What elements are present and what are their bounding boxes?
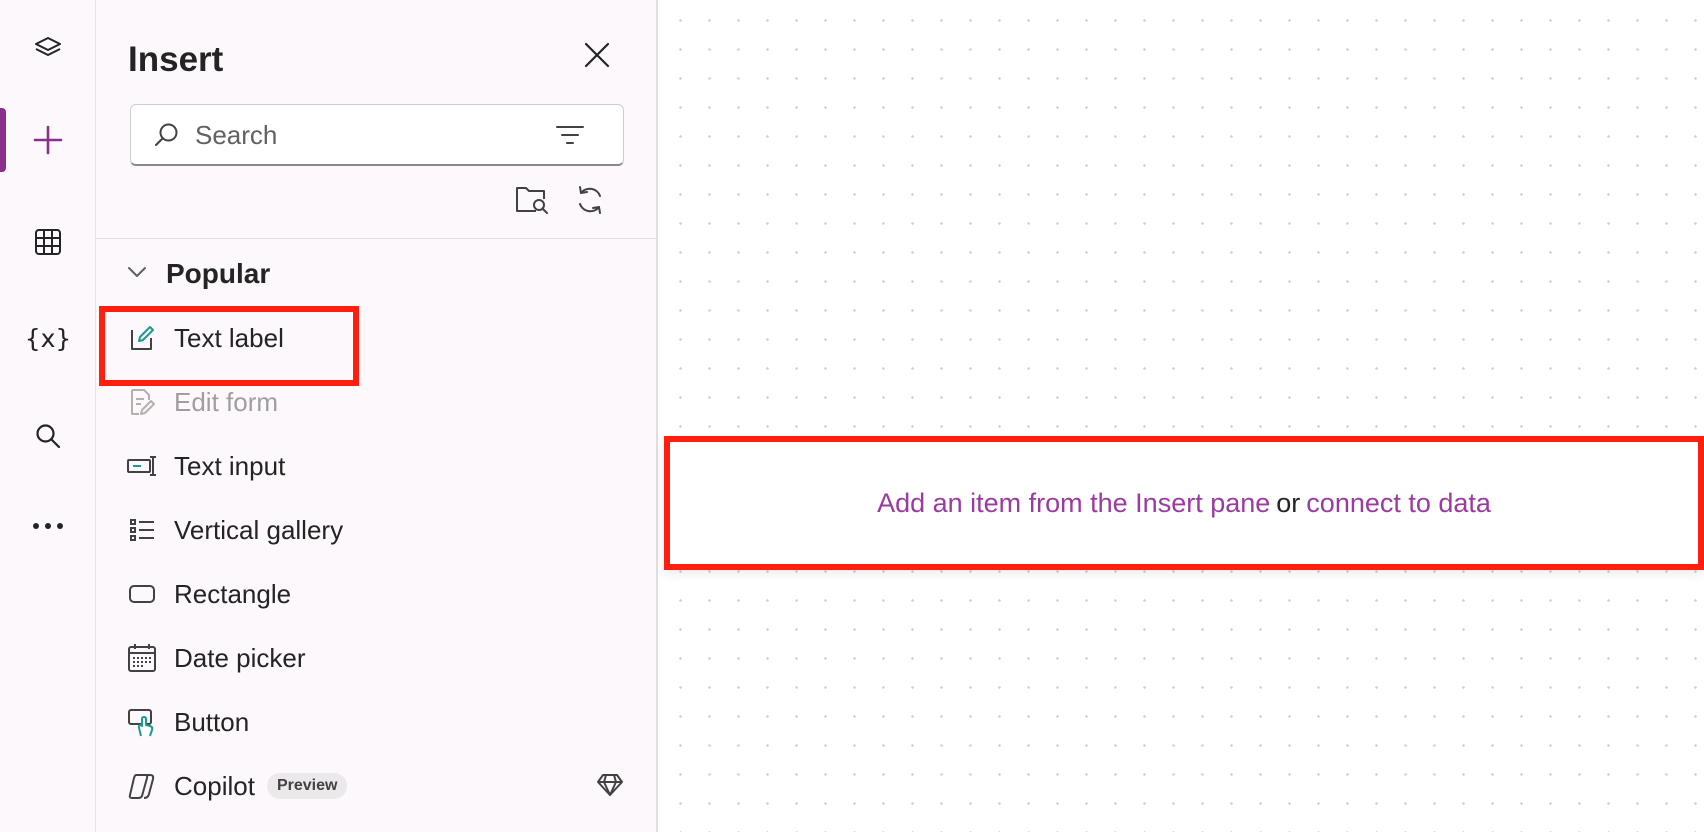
variables-icon: {x} xyxy=(24,323,72,353)
refresh-button[interactable] xyxy=(570,182,610,222)
item-label: Date picker xyxy=(174,642,306,673)
chevron-down-icon xyxy=(126,265,148,284)
more-button[interactable] xyxy=(0,494,96,558)
more-icon xyxy=(31,521,65,531)
edit-pencil-icon xyxy=(124,322,160,354)
search-box xyxy=(130,104,624,166)
premium-diamond-icon xyxy=(596,772,624,803)
copilot-icon xyxy=(124,770,160,802)
insert-item-date-picker[interactable]: Date picker xyxy=(124,630,624,686)
insert-item-rectangle[interactable]: Rectangle xyxy=(124,566,624,622)
search-rail-button[interactable] xyxy=(0,404,96,468)
rectangle-icon xyxy=(124,578,160,610)
insert-item-text-input[interactable]: Text input xyxy=(124,438,624,494)
item-label: Copilot xyxy=(174,770,255,801)
item-label: Vertical gallery xyxy=(174,514,344,545)
insert-button[interactable] xyxy=(0,108,96,172)
item-label: Rectangle xyxy=(174,578,292,609)
pane-divider xyxy=(96,238,658,239)
add-item-link[interactable]: Add an item from the Insert pane xyxy=(877,488,1270,518)
insert-item-button[interactable]: Button xyxy=(124,694,624,750)
form-edit-icon xyxy=(124,386,160,418)
pane-title: Insert xyxy=(128,40,224,79)
filter-icon[interactable] xyxy=(555,123,585,152)
search-icon xyxy=(33,421,63,451)
tree-view-button[interactable] xyxy=(0,16,96,80)
insert-pane: Insert Search Popular Text label Edit fo… xyxy=(96,0,744,832)
button-cursor-icon xyxy=(124,706,160,738)
item-label: Edit form xyxy=(174,386,279,417)
app-window: {x} Insert Search Popular Text label Edi… xyxy=(0,0,1704,832)
insert-item-copilot[interactable]: Copilot Preview xyxy=(124,758,624,814)
close-pane-button[interactable] xyxy=(580,40,614,74)
item-label: Button xyxy=(174,706,250,737)
item-label: Text label xyxy=(174,322,284,353)
section-popular-header[interactable]: Popular xyxy=(126,254,270,294)
plus-icon xyxy=(31,123,65,157)
design-canvas[interactable] xyxy=(660,0,1704,832)
table-icon xyxy=(33,227,63,257)
insert-item-vertical-gallery[interactable]: Vertical gallery xyxy=(124,502,624,558)
search-input[interactable] xyxy=(195,117,535,153)
insert-item-text-label[interactable]: Text label xyxy=(124,310,624,366)
text-input-icon xyxy=(124,450,160,482)
gallery-list-icon xyxy=(124,514,160,546)
or-text: or xyxy=(1276,487,1301,518)
close-icon xyxy=(583,41,611,74)
item-label: Text input xyxy=(174,450,286,481)
left-rail: {x} xyxy=(0,0,96,832)
data-button[interactable] xyxy=(0,210,96,274)
refresh-icon xyxy=(573,183,607,222)
calendar-icon xyxy=(124,642,160,674)
preview-badge: Preview xyxy=(266,773,348,799)
layers-icon xyxy=(33,33,63,63)
folder-search-icon xyxy=(514,183,550,222)
section-title: Popular xyxy=(166,258,271,289)
empty-canvas-message: Add an item from the Insert pane or connec… xyxy=(877,488,1491,519)
browse-components-button[interactable] xyxy=(512,182,552,222)
search-icon xyxy=(153,121,181,154)
variables-button[interactable]: {x} xyxy=(0,306,96,370)
empty-canvas-prompt: Add an item from the Insert pane or connec… xyxy=(664,436,1704,570)
connect-data-link[interactable]: connect to data xyxy=(1306,488,1491,518)
insert-item-edit-form[interactable]: Edit form xyxy=(124,374,624,430)
